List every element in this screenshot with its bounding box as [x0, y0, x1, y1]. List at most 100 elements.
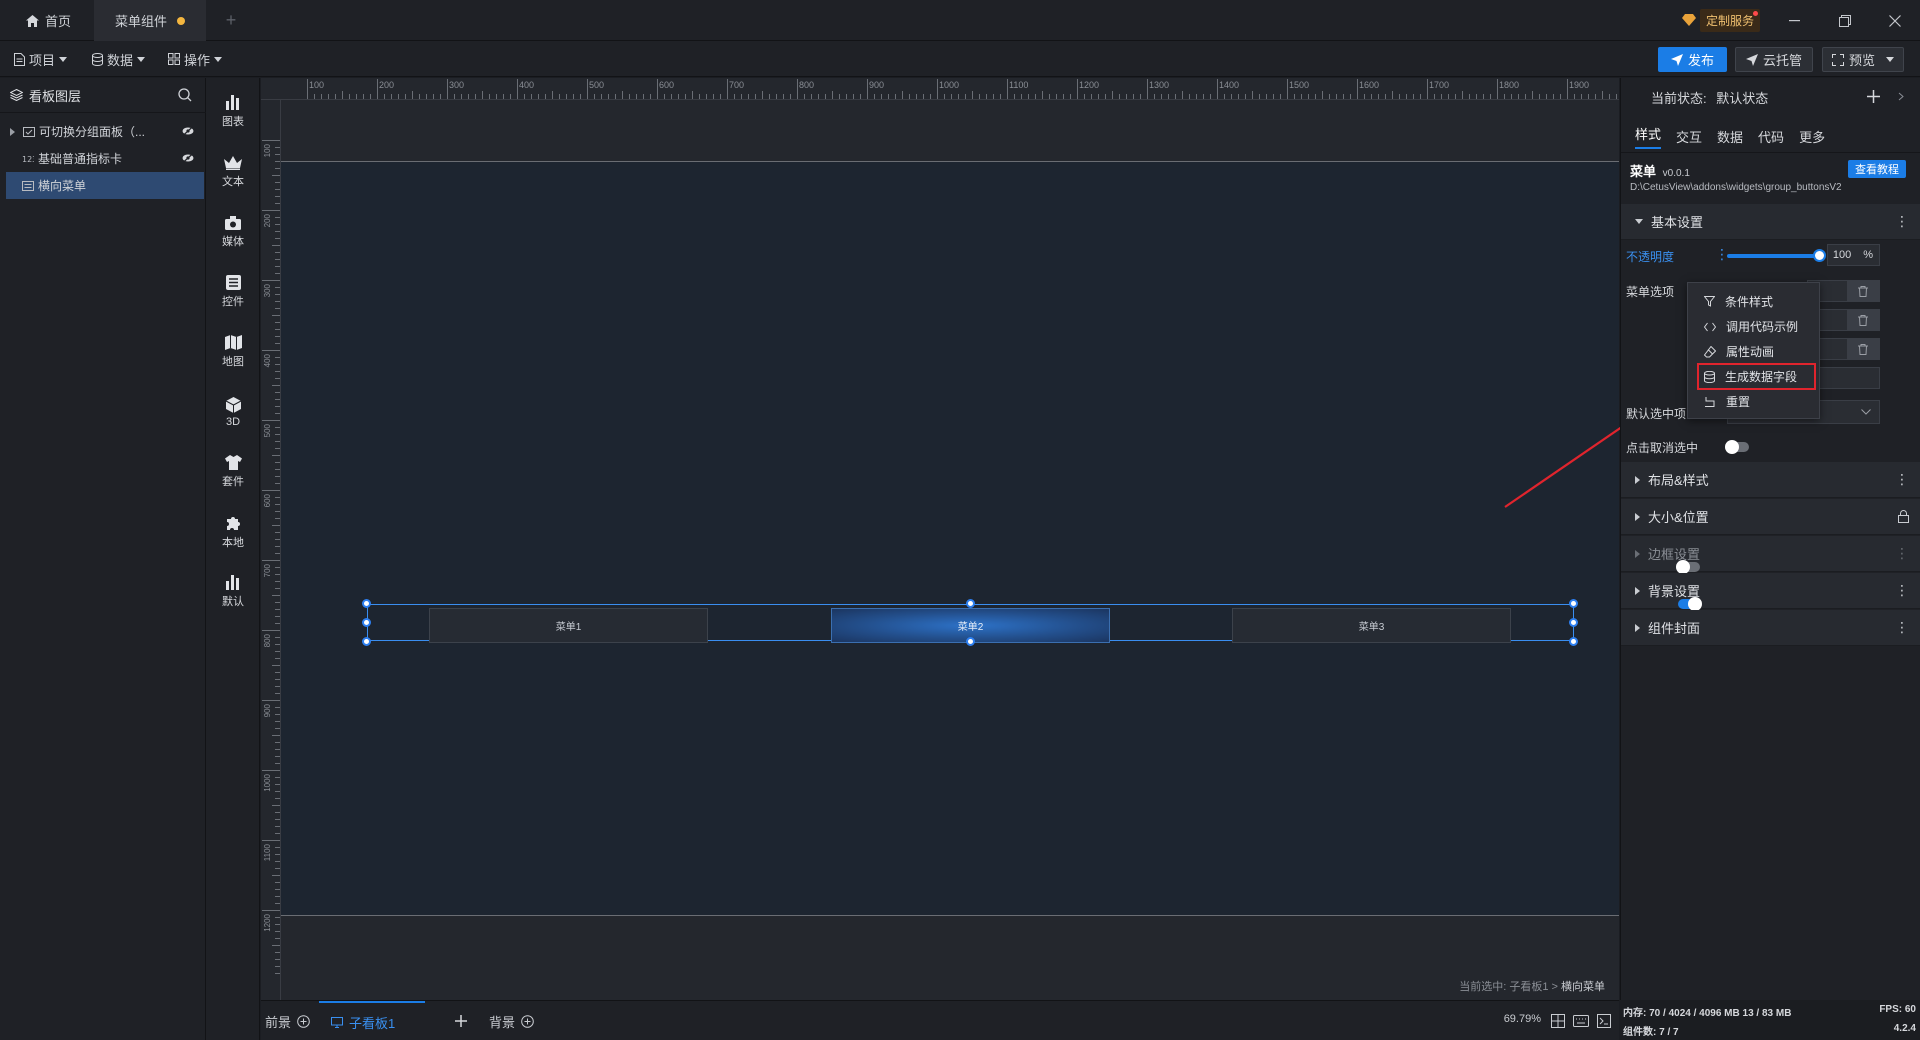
custom-service-button[interactable]: 定制服务 [1682, 8, 1761, 32]
library-item-media[interactable]: 媒体 [206, 206, 260, 258]
layer-item-switchable-panel[interactable]: 可切换分组面板（... [6, 118, 204, 145]
ruler-tick [275, 308, 280, 309]
search-icon[interactable] [178, 88, 192, 102]
layer-item-horizontal-menu[interactable]: 横向菜单 [6, 172, 204, 199]
add-state-icon[interactable] [1867, 90, 1880, 103]
operation-menu[interactable]: 操作 [168, 41, 223, 77]
more-vertical-icon[interactable]: ⋮ [1895, 213, 1909, 230]
tab-code[interactable]: 代码 [1758, 127, 1784, 146]
board-screen[interactable]: 菜单1 菜单2 菜单3 [281, 161, 1619, 916]
resize-handle[interactable] [1569, 618, 1578, 627]
background-tab[interactable]: 背景 [489, 1001, 534, 1040]
tab-data[interactable]: 数据 [1717, 127, 1743, 146]
trash-icon[interactable] [1847, 339, 1879, 359]
layer-item-indicator-card[interactable]: 123 基础普通指标卡 [6, 145, 204, 172]
library-item-suite[interactable]: 套件 [206, 446, 260, 498]
background-toggle[interactable] [1678, 596, 1703, 611]
resize-handle[interactable] [362, 599, 371, 608]
trash-icon[interactable] [1847, 310, 1879, 330]
menu-item-generate-data-field[interactable]: 生成数据字段 [1697, 363, 1816, 390]
add-board-button[interactable] [455, 1001, 467, 1040]
current-state-value[interactable]: 默认状态 [1716, 91, 1768, 106]
canvas-area[interactable]: 100 200 300 400 500 600 700 800 900 1000 1100 1200 1… [261, 78, 1619, 1000]
publish-button[interactable]: 发布 [1658, 47, 1727, 72]
library-item-text[interactable]: 文本 [206, 146, 260, 198]
ruler-tick [335, 94, 336, 99]
more-vertical-icon[interactable]: ⋮ [1895, 619, 1909, 636]
trash-icon[interactable] [1847, 281, 1879, 301]
resize-handle[interactable] [1569, 637, 1578, 646]
section-background-settings[interactable]: 背景设置 ⋮ [1621, 573, 1920, 611]
eye-off-icon[interactable] [182, 153, 194, 163]
chevron-right-icon[interactable] [1898, 92, 1904, 101]
section-size-position[interactable]: 大小&位置 [1621, 499, 1920, 535]
resize-handle[interactable] [966, 637, 975, 646]
keyboard-icon[interactable] [1573, 1015, 1589, 1027]
board-tab-1[interactable]: 子看板1 [319, 1001, 425, 1040]
ruler-tick [650, 94, 651, 99]
menu-item-1[interactable]: 菜单1 [429, 608, 708, 643]
resize-handle[interactable] [966, 599, 975, 608]
add-tab-button[interactable]: + [216, 0, 246, 41]
restore-button[interactable] [1822, 0, 1868, 41]
opacity-input[interactable]: 100 % [1827, 244, 1880, 266]
library-item-map[interactable]: 地图 [206, 326, 260, 378]
ruler-tick [272, 805, 280, 806]
library-item-chart[interactable]: 图表 [206, 86, 260, 138]
preview-button[interactable]: 预览 [1822, 47, 1904, 72]
widget-version: v0.0.1 [1662, 168, 1690, 179]
tab-style[interactable]: 样式 [1635, 124, 1662, 149]
library-item-controls[interactable]: 控件 [206, 266, 260, 318]
more-vertical-icon[interactable]: ⋮ [1895, 545, 1909, 562]
menu-item-code-example[interactable]: 调用代码示例 [1688, 314, 1819, 339]
ruler-tick [1588, 94, 1589, 99]
data-menu[interactable]: 数据 [92, 41, 146, 77]
click-deselect-toggle[interactable] [1725, 440, 1749, 454]
section-basic-settings[interactable]: 基本设置 ⋮ [1621, 204, 1920, 240]
add-circle-icon[interactable] [297, 1014, 310, 1028]
resize-handle[interactable] [1569, 599, 1578, 608]
terminal-icon[interactable] [1597, 1014, 1611, 1028]
ruler-tick [1609, 94, 1610, 99]
minimize-button[interactable] [1771, 0, 1817, 41]
foreground-tab[interactable]: 前景 [265, 1001, 310, 1040]
ruler-tick [275, 616, 280, 617]
more-vertical-icon[interactable]: ⋮ [1895, 471, 1909, 488]
library-item-default[interactable]: 默认 [206, 566, 260, 618]
ruler-tick [811, 94, 812, 99]
zoom-level[interactable]: 69.79% [1504, 1013, 1541, 1025]
section-component-cover[interactable]: 组件封面 ⋮ [1621, 610, 1920, 646]
opacity-value: 100 [1832, 249, 1852, 261]
eye-off-icon[interactable] [182, 126, 194, 136]
cloud-hosting-button[interactable]: 云托管 [1735, 47, 1813, 72]
menu-item-3[interactable]: 菜单3 [1232, 608, 1511, 643]
ruler-tick-label: 100 [309, 80, 325, 90]
expand-icon[interactable] [10, 127, 15, 136]
tab-interaction[interactable]: 交互 [1676, 127, 1702, 146]
more-vertical-icon[interactable]: ⋮ [1895, 582, 1909, 599]
fit-screen-icon[interactable] [1551, 1014, 1565, 1028]
border-toggle[interactable] [1676, 559, 1701, 574]
tab-more[interactable]: 更多 [1799, 127, 1825, 146]
horizontal-menu-widget[interactable]: 菜单1 菜单2 菜单3 [367, 604, 1574, 643]
section-layout-style[interactable]: 布局&样式 ⋮ [1621, 462, 1920, 498]
tab-menu-component[interactable]: 菜单组件 [94, 0, 206, 41]
menu-item-conditional-style[interactable]: 条件样式 [1688, 289, 1819, 314]
tab-home[interactable]: 首页 [0, 0, 94, 41]
resize-handle[interactable] [362, 618, 371, 627]
add-circle-icon[interactable] [521, 1014, 534, 1028]
library-item-local[interactable]: 本地 [206, 506, 260, 558]
close-button[interactable] [1872, 0, 1918, 41]
menu-item-reset[interactable]: 重置 [1688, 389, 1819, 414]
menu-item-property-animation[interactable]: 属性动画 [1688, 339, 1819, 364]
opacity-slider[interactable] [1727, 249, 1826, 262]
view-tutorial-button[interactable]: 查看教程 [1848, 160, 1906, 178]
section-border-settings[interactable]: 边框设置 ⋮ [1621, 536, 1920, 574]
opacity-slider-thumb[interactable] [1813, 249, 1826, 262]
resize-handle[interactable] [362, 637, 371, 646]
library-item-3d[interactable]: 3D [206, 386, 260, 438]
ruler-tick [275, 287, 280, 288]
lock-icon[interactable] [1898, 510, 1909, 523]
ruler-tick [275, 462, 280, 463]
project-menu[interactable]: 项目 [14, 41, 68, 77]
